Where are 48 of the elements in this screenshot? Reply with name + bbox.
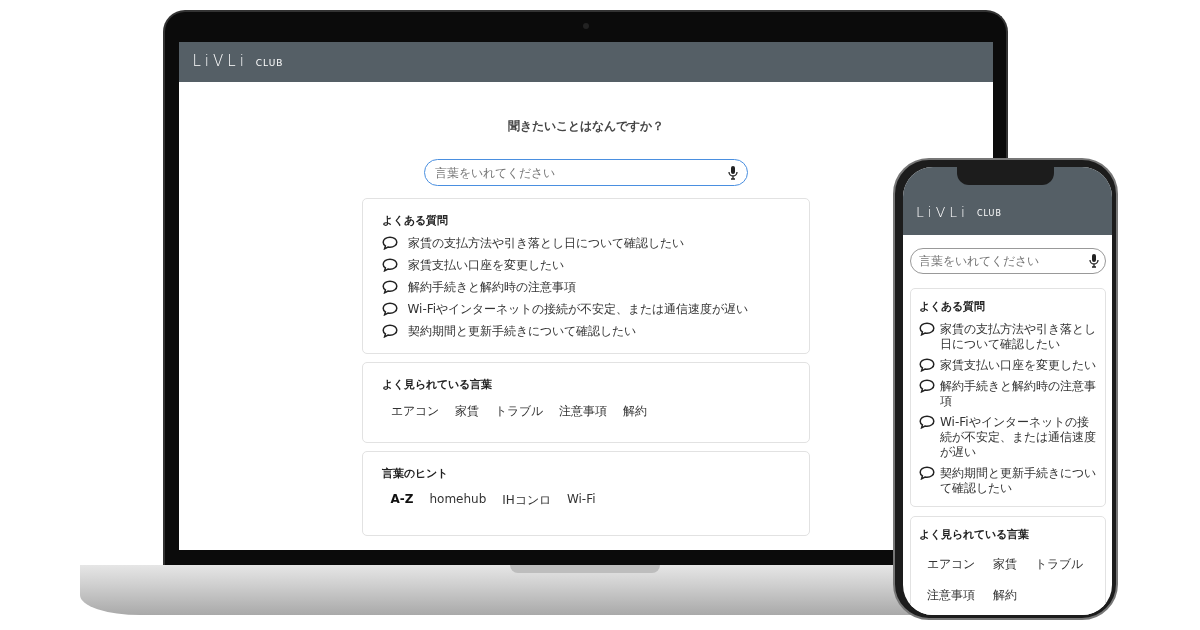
speech-bubble-icon [381,324,398,338]
speech-bubble-icon [381,258,398,272]
card-title: よくある質問 [381,213,449,228]
faq-link[interactable]: 家賃の支払方法や引き落とし日について確認したい [407,235,684,251]
keyword-link[interactable]: エアコン [390,403,439,420]
faq-link[interactable]: 契約期間と更新手続きについて確認したい [940,466,1097,496]
keyword-link[interactable]: トラブル [494,403,543,420]
faq-link[interactable]: 家賃の支払方法や引き落とし日について確認したい [940,322,1097,352]
keyword-link[interactable]: Wi-Fi [566,492,596,509]
keyword-link[interactable]: 家賃 [454,403,479,420]
keyword-link[interactable]: 注意事項 [927,587,975,604]
faq-link[interactable]: 家賃支払い口座を変更したい [407,257,564,273]
keyword-link[interactable]: 解約 [622,403,647,420]
keyword-link[interactable]: A-Z [390,492,414,509]
speech-bubble-icon [381,302,398,316]
speech-bubble-icon [381,236,398,250]
keyword-link[interactable]: 家賃 [993,556,1017,573]
speech-bubble-icon [919,379,935,393]
card-title: よく見られている言葉 [919,527,1030,542]
speech-bubble-icon [919,466,935,480]
card-title: 言葉のヒント [381,466,449,481]
microphone-icon[interactable] [727,165,738,180]
keyword-link[interactable]: IHコンロ [502,492,551,509]
card-title: よくある質問 [919,299,986,314]
faq-link[interactable]: Wi-Fiやインターネットの接続が不安定、または通信速度が遅い [940,415,1097,460]
keyword-link[interactable]: homehub [429,492,487,509]
card-title: よく見られている言葉 [381,377,493,392]
search-field[interactable]: 言葉をいれてください [423,159,748,186]
speech-bubble-icon [919,415,935,429]
keyword-link[interactable]: 注意事項 [558,403,607,420]
logo-subtext: CLUB [255,58,284,68]
faq-link[interactable]: 契約期間と更新手続きについて確認したい [407,323,636,339]
logo-text: LiVLi [192,52,248,70]
faq-link[interactable]: 家賃支払い口座を変更したい [940,358,1096,373]
speech-bubble-icon [381,280,398,294]
keyword-link[interactable]: トラブル [1035,556,1083,573]
speech-bubble-icon [919,322,935,336]
faq-link[interactable]: 解約手続きと解約時の注意事項 [940,379,1097,409]
microphone-icon[interactable] [1089,254,1099,268]
logo-text: LiVLi [916,204,969,220]
faq-link[interactable]: 解約手続きと解約時の注意事項 [407,279,576,295]
keyword-link[interactable]: エアコン [927,556,975,573]
logo-subtext: CLUB [976,209,1002,218]
page-heading: 聞きたいことはなんですか？ [507,119,664,134]
keyword-link[interactable]: 解約 [993,587,1017,604]
search-field[interactable]: 言葉をいれてください [910,248,1106,274]
speech-bubble-icon [919,358,935,372]
faq-link[interactable]: Wi-Fiやインターネットの接続が不安定、または通信速度が遅い [407,301,749,317]
